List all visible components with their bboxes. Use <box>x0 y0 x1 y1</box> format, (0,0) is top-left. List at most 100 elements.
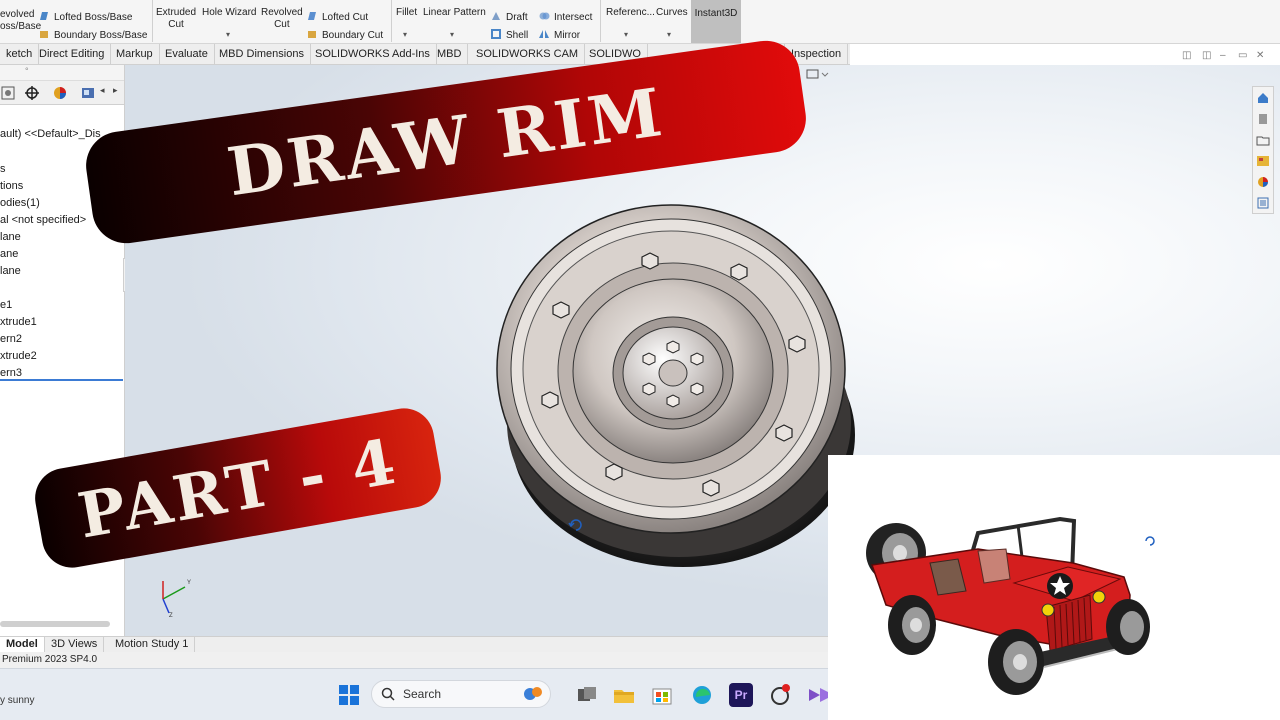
revolved-boss-label-1: evolved <box>0 9 35 20</box>
linear-pattern-dropdown-icon[interactable]: ▾ <box>450 30 454 39</box>
tab-mbd-dimensions[interactable]: MBD Dimensions <box>213 44 311 64</box>
tree-item-pattern2[interactable]: ern2 <box>0 333 22 345</box>
tree-item-solid-bodies[interactable]: odies(1) <box>0 197 40 209</box>
view-settings-icon[interactable] <box>806 69 830 81</box>
inner-bolt <box>642 382 656 396</box>
lofted-cut-icon <box>308 12 316 20</box>
cam-manager-icon[interactable] <box>80 85 96 101</box>
mirror-button[interactable]: Mirror <box>538 28 580 42</box>
revolved-cut-button[interactable]: Revolved Cut <box>261 7 303 31</box>
intersect-button[interactable]: Intersect <box>538 10 592 24</box>
tree-item-front-plane[interactable]: lane <box>0 231 21 243</box>
tree-item-top-plane[interactable]: ane <box>0 248 18 260</box>
scroll-right-icon[interactable]: ▸ <box>113 85 118 96</box>
tab-model[interactable]: Model <box>0 637 45 652</box>
rim-model[interactable] <box>495 197 855 577</box>
shell-button[interactable]: Shell <box>490 28 528 42</box>
taskbar-search[interactable]: Search <box>371 680 551 708</box>
search-icon <box>381 687 395 701</box>
jeep-front-right-wheel <box>1106 599 1150 655</box>
tree-item-history[interactable]: s <box>0 163 6 175</box>
tree-root-part[interactable]: ault) <<Default>_Dis <box>0 128 101 140</box>
premiere-pro-icon[interactable]: Pr <box>729 683 753 707</box>
instant3d-button[interactable]: Instant3D <box>691 0 741 43</box>
hole-wizard-button[interactable]: Hole Wizard <box>202 7 256 19</box>
panel-horizontal-scrollbar[interactable] <box>0 621 110 627</box>
design-library-icon[interactable] <box>1256 112 1270 126</box>
visual-studio-icon[interactable] <box>806 683 830 707</box>
windows-taskbar: y sunny Search Pr <box>0 668 828 720</box>
windows-start-icon[interactable] <box>337 683 361 707</box>
linear-pattern-button[interactable]: Linear Pattern <box>423 7 486 19</box>
panel-collapse-bar[interactable]: ° <box>0 65 124 81</box>
intersect-icon <box>539 12 550 20</box>
tree-item-material[interactable]: al <not specified> <box>0 214 86 226</box>
viewport-minimize-icon[interactable]: – <box>1220 50 1226 61</box>
tab-direct-editing[interactable]: Direct Editing <box>33 44 112 64</box>
tab-solidworks-add-ins[interactable]: SOLIDWORKS Add-Ins <box>309 44 437 64</box>
tree-item-revolve1[interactable]: e1 <box>0 299 12 311</box>
tree-item-cut-extrude1[interactable]: xtrude1 <box>0 316 37 328</box>
curves-button[interactable]: Curves <box>656 7 688 19</box>
rollback-bar[interactable] <box>0 379 123 381</box>
fillet-dropdown-icon[interactable]: ▾ <box>403 30 407 39</box>
lofted-boss-icon <box>40 12 48 20</box>
tab-markup[interactable]: Markup <box>110 44 160 64</box>
custom-properties-icon[interactable] <box>1256 196 1270 210</box>
revolved-boss-button[interactable]: evolved oss/Base <box>0 9 41 33</box>
extruded-cut-button[interactable]: Extruded Cut <box>156 7 196 31</box>
tree-item-annotations[interactable]: tions <box>0 180 23 192</box>
rim-center-cap <box>658 359 688 387</box>
tree-item-right-plane[interactable]: lane <box>0 265 21 277</box>
viewport-tile-icon[interactable]: ◫ <box>1182 50 1191 61</box>
outer-bolt <box>702 479 720 497</box>
screen-recorder-icon[interactable] <box>768 683 792 707</box>
rotate-cursor-icon <box>568 519 582 531</box>
display-manager-icon[interactable] <box>52 85 68 101</box>
curves-dropdown-icon[interactable]: ▾ <box>667 30 671 39</box>
reference-dropdown-icon[interactable]: ▾ <box>624 30 628 39</box>
microsoft-store-icon[interactable] <box>650 683 674 707</box>
boundary-boss-label: Boundary Boss/Base <box>54 30 148 41</box>
edge-browser-icon[interactable] <box>690 683 714 707</box>
tab-3d-views[interactable]: 3D Views <box>45 637 105 652</box>
outer-bolt <box>775 424 793 442</box>
scroll-left-icon[interactable]: ◂ <box>100 85 105 96</box>
outer-bolt <box>641 252 659 270</box>
lofted-cut-button[interactable]: Lofted Cut <box>306 10 368 24</box>
fillet-button[interactable]: Fillet <box>396 7 417 19</box>
tab-motion-study-1[interactable]: Motion Study 1 <box>109 637 196 652</box>
file-explorer-taskbar-icon[interactable] <box>612 683 636 707</box>
lofted-boss-button[interactable]: Lofted Boss/Base <box>38 10 132 24</box>
tab-evaluate[interactable]: Evaluate <box>159 44 215 64</box>
shell-icon <box>491 29 501 39</box>
boundary-cut-icon <box>308 31 316 38</box>
boundary-cut-button[interactable]: Boundary Cut <box>306 28 383 42</box>
draft-label: Draft <box>506 12 528 23</box>
tree-item-cut-extrude2[interactable]: xtrude2 <box>0 350 37 362</box>
collapse-dot-icon: ° <box>25 66 29 76</box>
tree-item-pattern3[interactable]: ern3 <box>0 367 22 379</box>
draft-button[interactable]: Draft <box>490 10 528 24</box>
viewport-cascade-icon[interactable]: ◫ <box>1202 50 1211 61</box>
configuration-manager-icon[interactable] <box>0 85 16 101</box>
instant3d-label: Instant3D <box>694 8 738 19</box>
tab-mbd[interactable]: MBD <box>431 44 469 64</box>
reference-geometry-button[interactable]: Referenc... <box>606 7 655 19</box>
boundary-cut-label: Boundary Cut <box>322 30 384 41</box>
appearances-icon[interactable] <box>1256 175 1270 189</box>
weather-widget[interactable]: y sunny <box>0 695 34 706</box>
inner-bolt <box>666 340 680 354</box>
task-view-icon[interactable] <box>575 683 599 707</box>
home-icon[interactable] <box>1256 91 1270 105</box>
fillet-label: Fillet <box>396 7 418 18</box>
outer-bolt <box>730 263 748 281</box>
viewport-close-icon[interactable]: ✕ <box>1256 50 1264 61</box>
hole-wizard-dropdown-icon[interactable]: ▾ <box>226 30 230 39</box>
boundary-boss-button[interactable]: Boundary Boss/Base <box>38 28 147 42</box>
view-palette-icon[interactable] <box>1256 154 1270 168</box>
file-explorer-icon[interactable] <box>1256 133 1270 147</box>
tab-solidworks-cam[interactable]: SOLIDWORKS CAM <box>470 44 586 64</box>
viewport-restore-icon[interactable]: ▭ <box>1238 50 1247 61</box>
dimxpert-icon[interactable] <box>24 85 40 101</box>
